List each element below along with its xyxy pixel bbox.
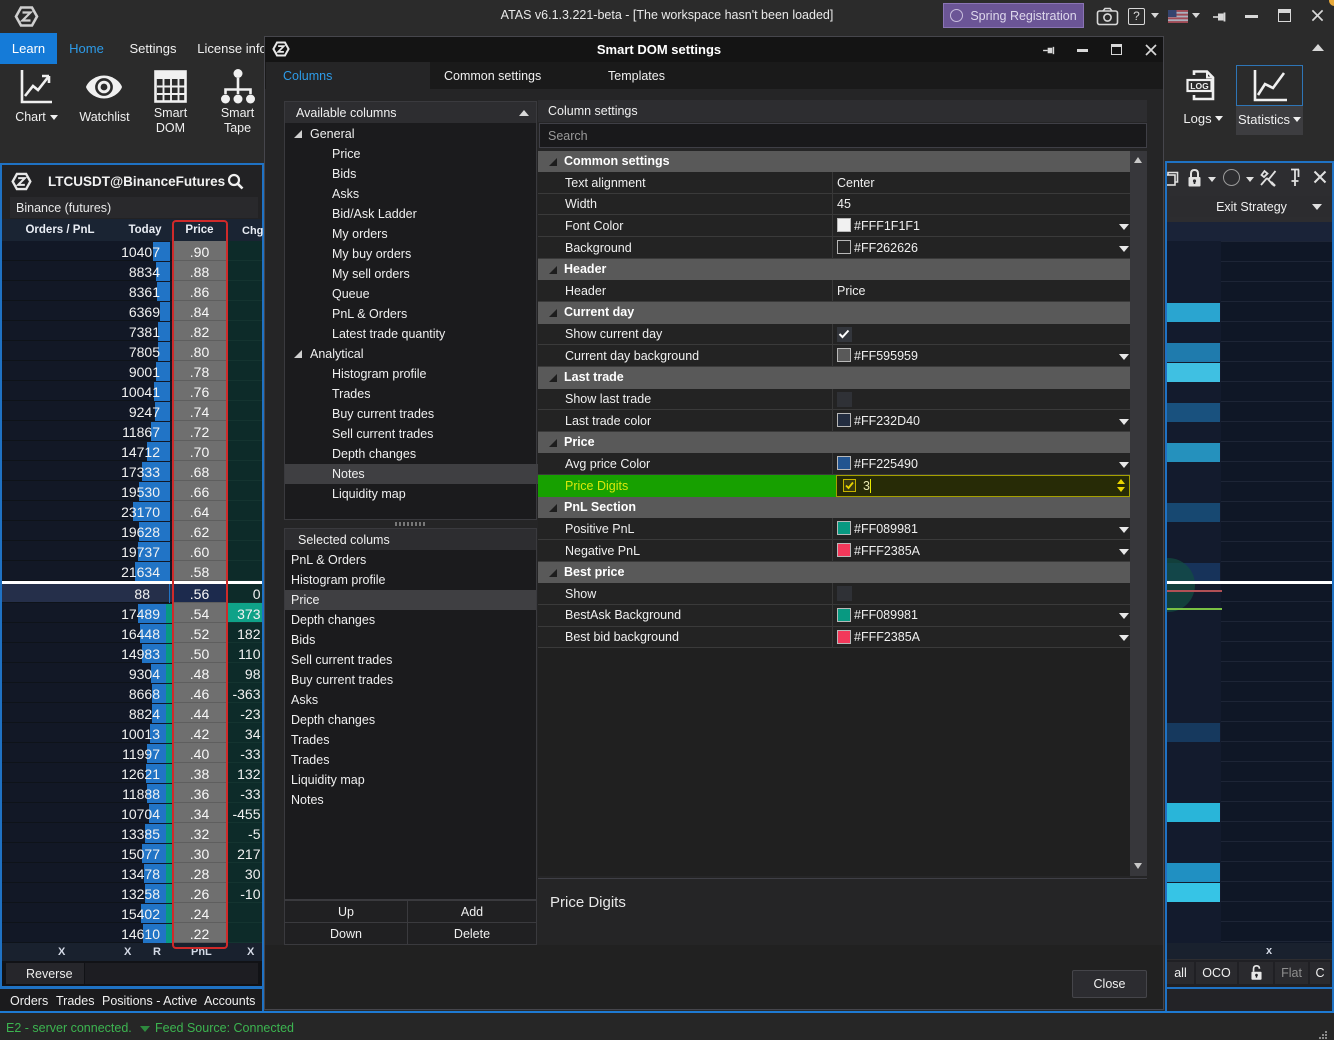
svg-text:LOG: LOG xyxy=(1190,81,1209,91)
